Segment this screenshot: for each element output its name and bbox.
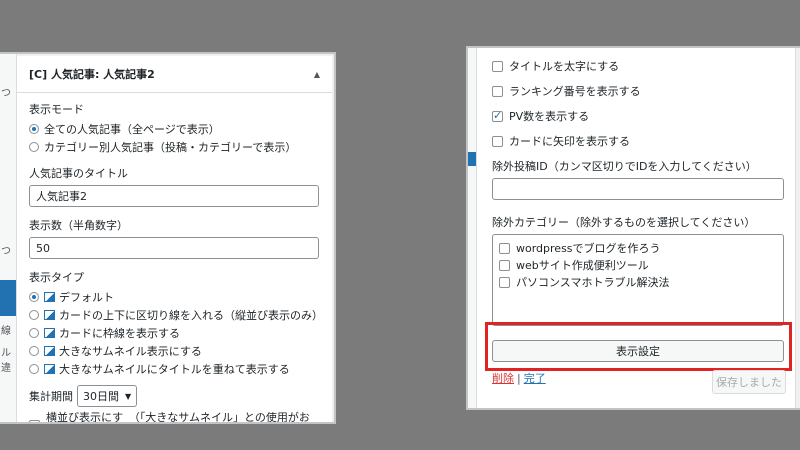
type-option-large-thumb[interactable]: 大きなサムネイル表示にする <box>29 343 320 359</box>
widget-actions: 削除 | 完了 <box>492 370 546 386</box>
exclude-posts-label: 除外投稿ID（カンマ区切りでIDを入力してください） <box>492 160 757 173</box>
strip-fragment: つ <box>1 88 11 99</box>
done-link[interactable]: 完了 <box>524 372 546 385</box>
strip-fragment: つ <box>1 246 11 257</box>
left-widget-panel: つ つ 線 ル違 [C] 人気記事: 人気記事2 ▲ 表示モード 全ての人気記事… <box>0 52 336 424</box>
right-sidebar-strip <box>468 48 476 408</box>
exclude-categories-label: 除外カテゴリー（除外するものを選択してください） <box>492 216 756 229</box>
checkbox[interactable] <box>492 60 503 72</box>
checkbox[interactable] <box>499 276 510 288</box>
option-pv-count[interactable]: PV数を表示する <box>492 108 795 124</box>
active-sidebar-marker <box>0 280 16 316</box>
save-button[interactable]: 保存しました <box>712 370 786 394</box>
period-select[interactable]: 30日間 ▼ <box>77 385 138 407</box>
radio-button[interactable] <box>29 346 39 356</box>
option-bold-title[interactable]: タイトルを太字にする <box>492 58 795 74</box>
option-label: PV数を表示する <box>509 110 590 123</box>
checkbox[interactable] <box>499 242 510 254</box>
type-option-label: デフォルト <box>59 291 114 304</box>
display-type-label: 表示タイプ <box>29 271 84 284</box>
category-item[interactable]: wordpressでブログを作ろう <box>499 240 777 256</box>
strip-fragment: 線 <box>1 326 11 337</box>
count-input[interactable]: 50 <box>29 237 319 259</box>
period-row: 集計期間 30日間 ▼ <box>29 385 320 407</box>
widget-title: [C] 人気記事: 人気記事2 <box>29 68 155 81</box>
horizontal-option[interactable]: 横並び表示にする （「大きなサムネイル」との使用がお勧め） <box>29 411 320 422</box>
mode-option-all[interactable]: 全ての人気記事（全ページで表示） <box>29 121 320 137</box>
active-sidebar-marker <box>468 152 476 166</box>
category-label: パソコンスマホトラブル解決法 <box>516 276 670 289</box>
radio-button[interactable] <box>29 310 39 320</box>
type-option-border[interactable]: カードに枠線を表示する <box>29 325 320 341</box>
category-label: webサイト作成便利ツール <box>516 259 649 272</box>
type-option-label: 大きなサムネイル表示にする <box>59 345 202 358</box>
option-label: カードに矢印を表示する <box>509 135 630 148</box>
display-mode-label: 表示モード <box>29 103 84 116</box>
horizontal-option-label: 横並び表示にする <box>46 411 124 424</box>
type-option-label: カードに枠線を表示する <box>59 327 180 340</box>
checkbox[interactable] <box>492 85 503 97</box>
period-select-value: 30日間 <box>83 390 119 403</box>
radio-button[interactable] <box>29 142 39 152</box>
radio-button[interactable] <box>29 292 39 302</box>
delete-link[interactable]: 削除 <box>492 372 514 385</box>
display-settings-button[interactable]: 表示設定 <box>492 340 784 362</box>
checkbox[interactable] <box>492 135 503 147</box>
type-option-label: カードの上下に区切り線を入れる（縦並び表示のみ） <box>59 309 323 322</box>
exclude-posts-input[interactable] <box>492 178 784 200</box>
separator: | <box>517 372 521 385</box>
option-label: タイトルを太字にする <box>509 60 620 73</box>
image-icon <box>44 292 55 302</box>
mode-option-label: 全ての人気記事（全ページで表示） <box>44 123 220 136</box>
type-option-default[interactable]: デフォルト <box>29 289 320 305</box>
category-item[interactable]: パソコンスマホトラブル解決法 <box>499 274 777 290</box>
period-label: 集計期間 <box>29 390 73 403</box>
image-icon <box>44 328 55 338</box>
option-label: ランキング番号を表示する <box>509 85 641 98</box>
type-option-overlay-title[interactable]: 大きなサムネイルにタイトルを重ねて表示する <box>29 361 320 377</box>
title-input[interactable]: 人気記事2 <box>29 185 319 207</box>
image-icon <box>44 364 55 374</box>
category-label: wordpressでブログを作ろう <box>516 242 661 255</box>
image-icon <box>44 310 55 320</box>
checkbox[interactable] <box>492 109 503 122</box>
option-ranking-number[interactable]: ランキング番号を表示する <box>492 83 795 99</box>
image-icon <box>44 346 55 356</box>
type-option-label: 大きなサムネイルにタイトルを重ねて表示する <box>59 363 290 376</box>
type-option-divider[interactable]: カードの上下に区切り線を入れる（縦並び表示のみ） <box>29 307 323 323</box>
radio-button[interactable] <box>29 124 39 134</box>
title-field-label: 人気記事のタイトル <box>29 167 128 180</box>
left-sidebar-strip: つ つ 線 ル違 <box>0 54 17 422</box>
option-card-arrow[interactable]: カードに矢印を表示する <box>492 133 795 149</box>
checkbox[interactable] <box>499 259 510 271</box>
radio-button[interactable] <box>29 328 39 338</box>
mode-option-label: カテゴリー別人気記事（投稿・カテゴリーで表示） <box>44 141 297 154</box>
count-field-label: 表示数（半角数字） <box>29 219 128 232</box>
collapse-arrow-icon[interactable]: ▲ <box>314 70 320 79</box>
category-item[interactable]: webサイト作成便利ツール <box>499 257 777 273</box>
widget-header[interactable]: [C] 人気記事: 人気記事2 ▲ <box>17 56 332 93</box>
popular-posts-widget: [C] 人気記事: 人気記事2 ▲ 表示モード 全ての人気記事（全ページで表示）… <box>16 56 332 422</box>
strip-fragment: ル違 <box>1 348 11 374</box>
right-widget-panel: タイトルを太字にする ランキング番号を表示する PV数を表示する カードに矢印を… <box>466 46 800 410</box>
chevron-down-icon: ▼ <box>125 391 132 401</box>
horizontal-option-note: （「大きなサムネイル」との使用がお勧め） <box>128 411 310 424</box>
category-list: wordpressでブログを作ろう webサイト作成便利ツール パソコンスマホト… <box>492 234 784 326</box>
checkbox[interactable] <box>29 419 40 422</box>
mode-option-category[interactable]: カテゴリー別人気記事（投稿・カテゴリーで表示） <box>29 139 320 155</box>
radio-button[interactable] <box>29 364 39 374</box>
title-input-value: 人気記事2 <box>36 190 87 203</box>
count-input-value: 50 <box>36 241 50 255</box>
